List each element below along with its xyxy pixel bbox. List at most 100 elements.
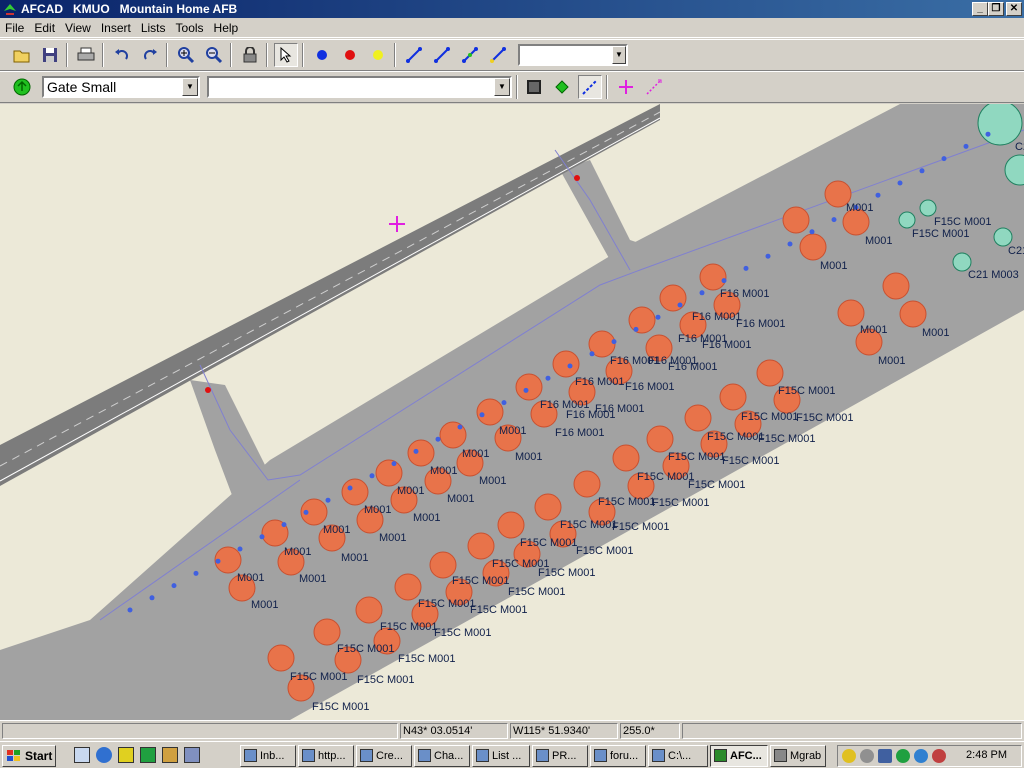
task-button[interactable]: foru... bbox=[590, 745, 646, 767]
tray-app-icon[interactable] bbox=[914, 749, 928, 763]
taxi-node[interactable] bbox=[545, 375, 551, 381]
apron-icon[interactable] bbox=[522, 75, 546, 99]
tray-app-icon[interactable] bbox=[842, 749, 856, 763]
parking-spot[interactable] bbox=[882, 272, 910, 300]
taxi-node[interactable] bbox=[919, 168, 925, 174]
show-desktop-icon[interactable] bbox=[74, 747, 90, 763]
taxi-node[interactable] bbox=[127, 607, 133, 613]
taxi-node[interactable] bbox=[193, 570, 199, 576]
taxi-node[interactable] bbox=[985, 131, 991, 137]
taxi-node[interactable] bbox=[325, 497, 331, 503]
dashed-link-icon[interactable] bbox=[578, 75, 602, 99]
taxi-node[interactable] bbox=[369, 473, 375, 479]
parking-spot[interactable] bbox=[534, 493, 562, 521]
parking-spot[interactable] bbox=[267, 644, 295, 672]
parking-spot[interactable] bbox=[497, 511, 525, 539]
parking-spot[interactable] bbox=[476, 398, 504, 426]
parking-spot[interactable] bbox=[407, 439, 435, 467]
draw-link-icon[interactable] bbox=[402, 43, 426, 67]
taxi-node[interactable] bbox=[743, 265, 749, 271]
taxi-node[interactable] bbox=[677, 302, 683, 308]
task-button[interactable]: List ... bbox=[472, 745, 530, 767]
ie-browser-icon[interactable] bbox=[96, 747, 112, 763]
parking-spot[interactable] bbox=[782, 206, 810, 234]
parking-spot[interactable] bbox=[646, 425, 674, 453]
menu-file[interactable]: File bbox=[0, 21, 29, 35]
taxi-node[interactable] bbox=[611, 339, 617, 345]
taxi-node[interactable] bbox=[435, 436, 441, 442]
taxi-node[interactable] bbox=[787, 241, 793, 247]
green-add-icon[interactable] bbox=[10, 75, 34, 99]
start-button[interactable]: Start bbox=[2, 745, 56, 767]
runway-link-icon[interactable] bbox=[642, 75, 666, 99]
parking-name-select[interactable]: ▼ bbox=[207, 76, 512, 98]
taxi-node[interactable] bbox=[237, 546, 243, 552]
minimize-button[interactable]: _ bbox=[972, 2, 988, 16]
parking-spot[interactable] bbox=[375, 459, 403, 487]
taxi-node[interactable] bbox=[501, 400, 507, 406]
excel-icon[interactable] bbox=[140, 747, 156, 763]
taxi-node[interactable] bbox=[721, 278, 727, 284]
volume-icon[interactable] bbox=[860, 749, 874, 763]
taxi-node[interactable] bbox=[457, 424, 463, 430]
parking-spot[interactable] bbox=[612, 444, 640, 472]
parking-spot[interactable] bbox=[313, 618, 341, 646]
task-button-active[interactable]: AFC... bbox=[710, 745, 768, 767]
taxi-node[interactable] bbox=[567, 363, 573, 369]
parking-spot[interactable] bbox=[628, 306, 656, 334]
task-button[interactable]: Cre... bbox=[356, 745, 412, 767]
draw-link-2-icon[interactable] bbox=[430, 43, 454, 67]
redo-icon[interactable] bbox=[138, 43, 162, 67]
yellow-node-icon[interactable] bbox=[366, 43, 390, 67]
network-icon[interactable] bbox=[878, 749, 892, 763]
red-node-icon[interactable] bbox=[338, 43, 362, 67]
save-icon[interactable] bbox=[38, 43, 62, 67]
menu-edit[interactable]: Edit bbox=[29, 21, 60, 35]
parking-spot[interactable] bbox=[659, 284, 687, 312]
parking-spot[interactable] bbox=[394, 573, 422, 601]
task-button[interactable]: Cha... bbox=[414, 745, 470, 767]
quick-launch-icon[interactable] bbox=[118, 747, 134, 763]
parking-spot[interactable] bbox=[515, 373, 543, 401]
taxi-node[interactable] bbox=[963, 143, 969, 149]
parking-spot[interactable] bbox=[341, 478, 369, 506]
taxi-node[interactable] bbox=[523, 387, 529, 393]
parking-type-select[interactable]: Gate Small ▼ bbox=[42, 76, 200, 98]
parking-spot-small[interactable] bbox=[993, 227, 1013, 247]
taxi-node[interactable] bbox=[633, 326, 639, 332]
select-pointer-icon[interactable] bbox=[274, 43, 298, 67]
close-button[interactable]: ✕ bbox=[1006, 2, 1022, 16]
taxi-node[interactable] bbox=[347, 485, 353, 491]
chevron-down-icon[interactable]: ▼ bbox=[494, 78, 510, 96]
menu-lists[interactable]: Lists bbox=[136, 21, 171, 35]
airport-map-canvas[interactable]: M001 M001 M001 M001 M001 M001 M001 M001 M001 M001… bbox=[0, 104, 1024, 720]
lock-icon[interactable] bbox=[238, 43, 262, 67]
taxi-node[interactable] bbox=[589, 351, 595, 357]
menu-help[interactable]: Help bbox=[209, 21, 244, 35]
view-combo-dropdown-icon[interactable]: ▼ bbox=[612, 46, 626, 64]
taxi-node[interactable] bbox=[215, 558, 221, 564]
crosshair-icon[interactable] bbox=[614, 75, 638, 99]
print-icon[interactable] bbox=[74, 43, 98, 67]
parking-spot[interactable] bbox=[573, 470, 601, 498]
tray-app-icon[interactable] bbox=[932, 749, 946, 763]
undo-icon[interactable] bbox=[110, 43, 134, 67]
taxi-node[interactable] bbox=[149, 595, 155, 601]
search-icon[interactable] bbox=[184, 747, 200, 763]
task-button[interactable]: Inb... bbox=[240, 745, 296, 767]
taxi-node[interactable] bbox=[941, 156, 947, 162]
parking-spot[interactable] bbox=[699, 263, 727, 291]
taxi-node[interactable] bbox=[831, 217, 837, 223]
hold-short-marker[interactable] bbox=[574, 175, 580, 181]
maximize-button[interactable]: ❐ bbox=[988, 2, 1004, 16]
tray-app-icon[interactable] bbox=[896, 749, 910, 763]
taxi-node[interactable] bbox=[765, 253, 771, 259]
runway-start-marker[interactable] bbox=[389, 216, 405, 232]
menu-insert[interactable]: Insert bbox=[96, 21, 136, 35]
taxi-node[interactable] bbox=[259, 534, 265, 540]
parking-spot[interactable] bbox=[684, 404, 712, 432]
task-button[interactable]: PR... bbox=[532, 745, 588, 767]
parking-spot-small[interactable] bbox=[898, 211, 916, 229]
parking-spot[interactable] bbox=[837, 299, 865, 327]
taxi-node[interactable] bbox=[699, 290, 705, 296]
